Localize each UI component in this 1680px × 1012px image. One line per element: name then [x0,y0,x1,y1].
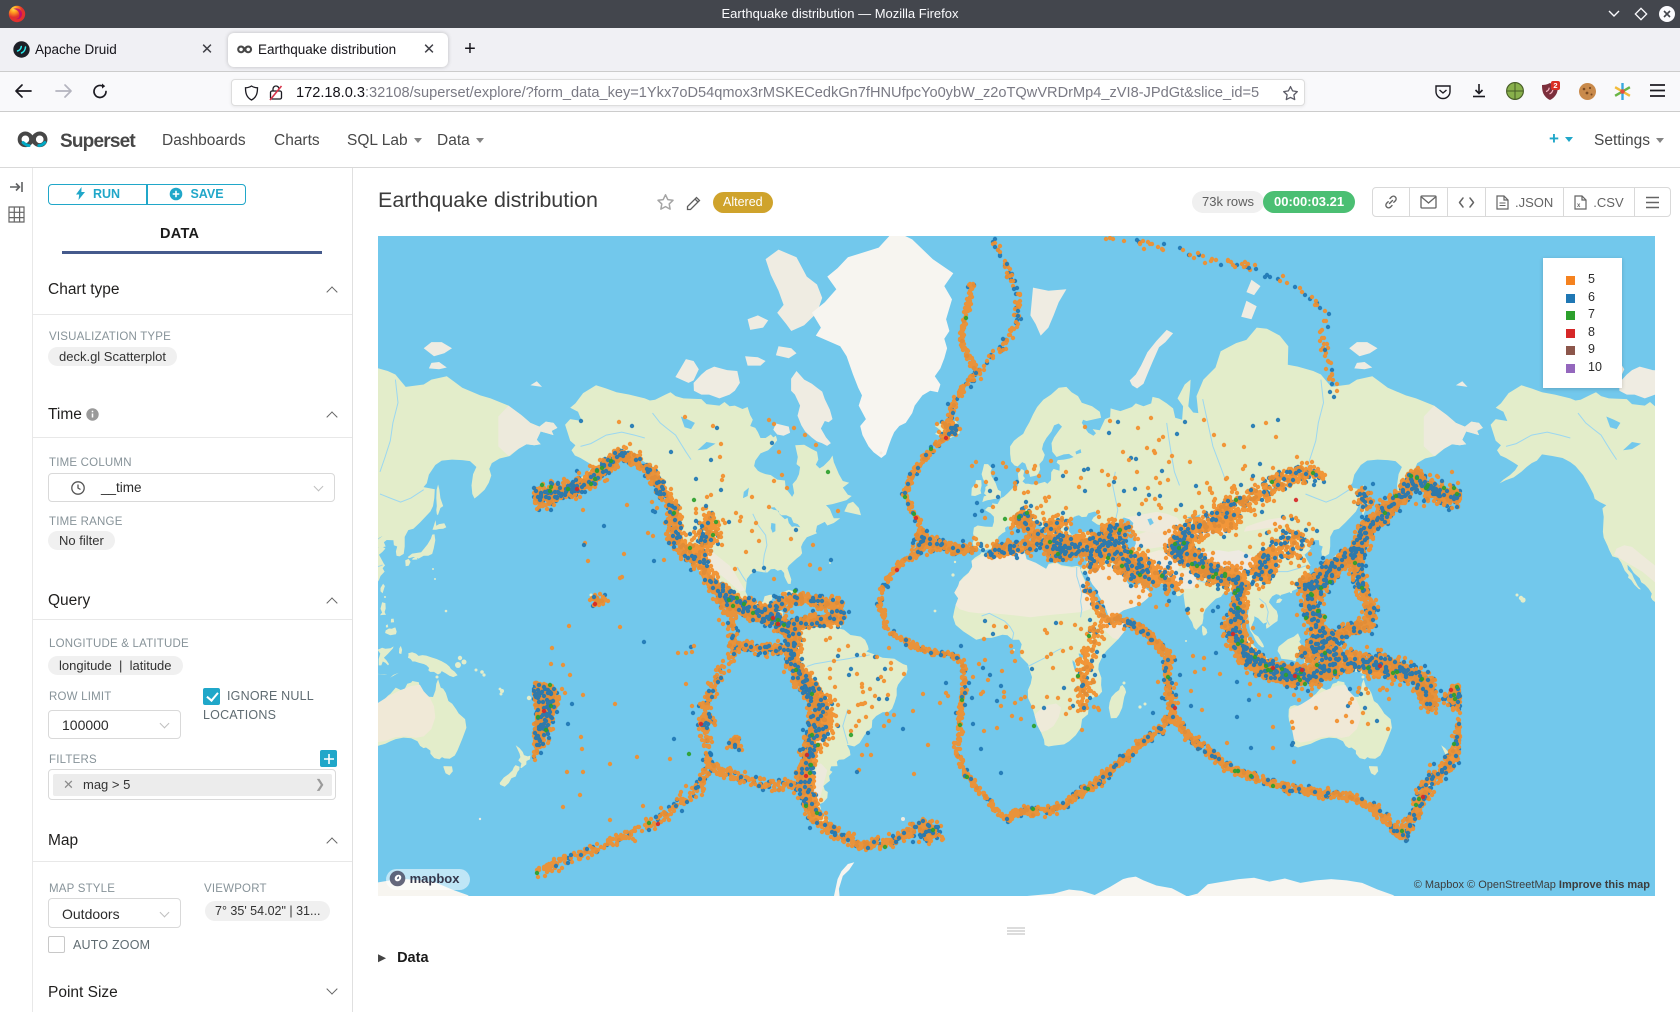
svg-text:2: 2 [1553,81,1557,90]
svg-text:x: x [1577,203,1581,209]
